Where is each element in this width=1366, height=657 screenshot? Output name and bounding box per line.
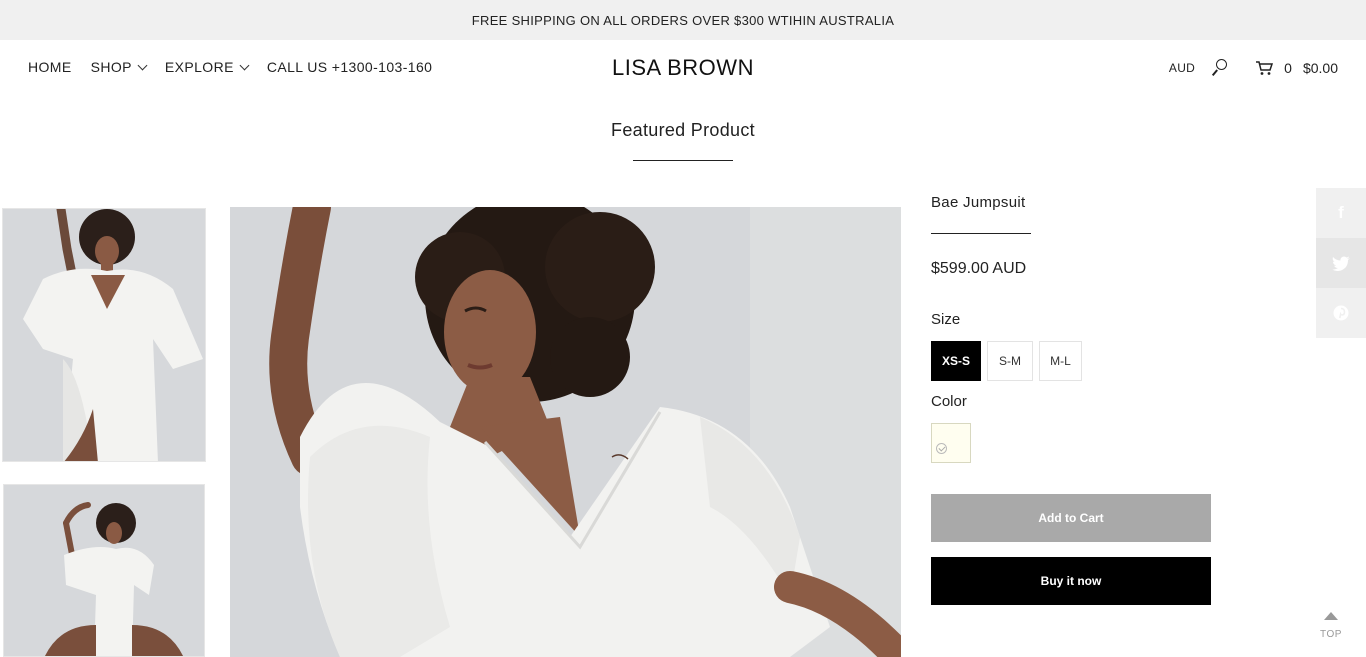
nav-shop-label: SHOP	[90, 59, 132, 75]
announcement-bar: FREE SHIPPING ON ALL ORDERS OVER $300 WT…	[0, 0, 1366, 40]
currency-selector[interactable]: AUD	[1169, 61, 1195, 75]
chevron-down-icon	[137, 60, 148, 70]
top-label: TOP	[1320, 629, 1342, 640]
site-header: HOME SHOP EXPLORE CALL US +1300-103-160 …	[0, 40, 1366, 95]
pinterest-icon	[1333, 305, 1349, 321]
size-label: Size	[931, 311, 961, 328]
main-nav: HOME SHOP EXPLORE CALL US +1300-103-160	[28, 59, 451, 75]
chevron-down-icon	[239, 60, 250, 70]
size-option-s-m[interactable]: S-M	[987, 341, 1033, 381]
product-main-image[interactable]	[230, 207, 901, 657]
color-swatch-cream[interactable]	[931, 423, 971, 463]
size-option-m-l[interactable]: M-L	[1039, 341, 1082, 381]
search-ring	[1216, 59, 1228, 70]
main-product-photo	[230, 207, 901, 657]
brand-logo[interactable]: LISA BROWN	[612, 55, 754, 80]
search-icon[interactable]	[1211, 58, 1231, 78]
nav-call-label: CALL US +1300-103-160	[266, 59, 433, 75]
nav-call[interactable]: CALL US +1300-103-160	[267, 59, 433, 75]
nav-home-label: HOME	[28, 59, 72, 75]
product-price: $599.00 AUD	[931, 260, 1027, 277]
nav-explore-label: EXPLORE	[164, 59, 234, 75]
buy-now-button[interactable]: Buy it now	[931, 557, 1211, 605]
cart-icon	[1256, 61, 1274, 75]
nav-home[interactable]: HOME	[28, 59, 72, 75]
facebook-icon: f	[1338, 203, 1344, 222]
cart-total: $0.00	[1302, 60, 1338, 76]
arrow-up-icon	[1324, 612, 1338, 620]
product-name-divider	[931, 233, 1031, 234]
product-thumbnail-1[interactable]	[2, 208, 206, 462]
title-divider	[633, 160, 733, 161]
thumbnail-photo-1	[3, 209, 205, 461]
header-utilities: AUD 0 $0.00	[1169, 58, 1338, 78]
nav-explore[interactable]: EXPLORE	[164, 59, 250, 75]
color-label: Color	[931, 393, 967, 410]
section-title: Featured Product	[611, 120, 755, 140]
announcement-text: FREE SHIPPING ON ALL ORDERS OVER $300 WT…	[471, 12, 895, 28]
cart-count: 0	[1284, 60, 1292, 76]
twitter-icon	[1332, 256, 1350, 271]
add-to-cart-button[interactable]: Add to Cart	[931, 494, 1211, 542]
product-thumbnail-2[interactable]	[3, 484, 205, 657]
back-to-top-button[interactable]: TOP	[1311, 606, 1351, 646]
thumbnail-photo-2	[4, 485, 204, 656]
product-name: Bae Jumpsuit	[931, 194, 1026, 211]
search-handle	[1212, 69, 1218, 76]
nav-shop[interactable]: SHOP	[90, 59, 148, 75]
size-option-xs-s[interactable]: XS-S	[931, 341, 981, 381]
share-twitter[interactable]: t	[1316, 238, 1366, 288]
share-facebook[interactable]: f	[1316, 188, 1366, 238]
share-pinterest[interactable]: p	[1316, 288, 1366, 338]
checkmark-icon	[936, 443, 947, 454]
cart-link[interactable]: 0 $0.00	[1255, 60, 1338, 76]
